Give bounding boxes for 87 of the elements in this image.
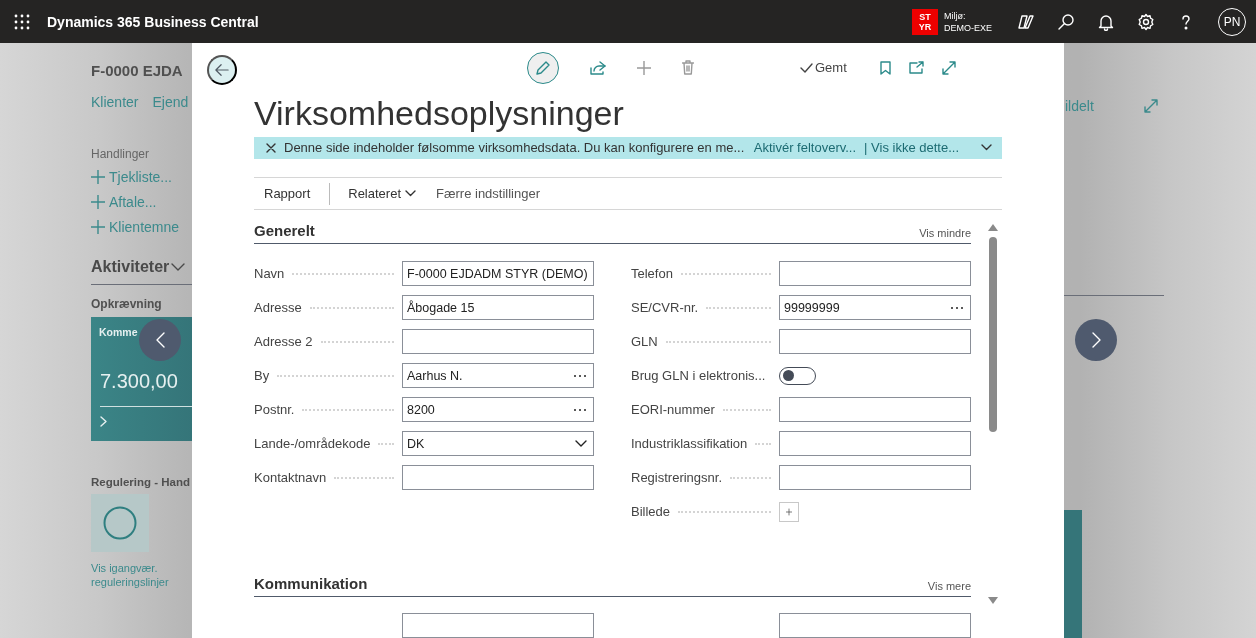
show-toggle-link[interactable]: Vis mindre	[919, 227, 971, 239]
environment-badge: ST YR	[912, 8, 938, 35]
notification-link[interactable]: | Vis ikke dette...	[864, 140, 959, 156]
notification-link[interactable]: Aktivér feltoverv...	[753, 140, 857, 156]
dropdown-field[interactable]: DK	[402, 431, 594, 456]
field-label: Industriklassifikation	[631, 436, 748, 451]
lookup-field[interactable]: 99999999	[779, 295, 971, 320]
plus-icon[interactable]	[91, 220, 105, 234]
scroll-down-icon[interactable]	[988, 597, 998, 604]
field-label: Brug GLN i elektronis...	[631, 368, 766, 383]
chevron-down-icon[interactable]	[575, 440, 587, 447]
chevron-down-icon[interactable]	[405, 190, 416, 197]
actions-heading: Handlinger	[91, 147, 151, 161]
field-label: EORI-nummer	[631, 402, 715, 417]
activities-heading: Aktiviteter	[91, 258, 170, 276]
bookmark-icon[interactable]	[879, 60, 891, 75]
notification-message: Denne side indeholder følsomme virksomhedsdata. Du kan konfigurere en me...	[284, 140, 745, 156]
more-icon[interactable]	[950, 305, 964, 310]
action-bar-button[interactable]: Færre indstillinger	[426, 186, 551, 201]
arrow-left-icon[interactable]	[215, 63, 229, 77]
text-field[interactable]	[402, 329, 594, 354]
field-label: By	[254, 368, 270, 383]
text-field[interactable]	[402, 465, 594, 490]
text-field[interactable]	[779, 465, 971, 490]
copilot-icon[interactable]	[1017, 12, 1035, 31]
field-label: Telefon	[631, 266, 673, 281]
action-bar-button[interactable]: Rapport	[254, 186, 321, 201]
plus-icon[interactable]	[637, 60, 651, 75]
back-button[interactable]	[207, 55, 237, 85]
toggle-switch[interactable]	[779, 366, 816, 385]
more-icon[interactable]	[573, 373, 587, 378]
field-label: Registreringsnr.	[631, 470, 723, 485]
chevron-left-icon[interactable]	[155, 332, 165, 348]
field-label: Billede	[631, 504, 671, 519]
app-launcher-icon[interactable]	[14, 13, 30, 30]
group-heading: Regulering - Hand	[91, 476, 192, 488]
chevron-right-icon[interactable]	[100, 416, 107, 427]
edit-button[interactable]	[527, 51, 559, 84]
environment-name: DEMO-EXE	[944, 21, 992, 34]
plus-icon[interactable]	[91, 170, 105, 184]
text-field[interactable]	[779, 329, 971, 354]
pencil-icon[interactable]	[535, 59, 551, 76]
text-field[interactable]	[779, 261, 971, 286]
plus-icon[interactable]	[91, 195, 105, 209]
action-bar-button[interactable]: Relateret	[338, 186, 426, 201]
settings-icon[interactable]	[1137, 12, 1155, 31]
expand-icon[interactable]	[1143, 99, 1158, 113]
text-field[interactable]	[779, 397, 971, 422]
field-label: Navn	[254, 266, 285, 281]
field-label: GLN	[631, 334, 658, 349]
environment-label: Miljø:	[944, 9, 967, 22]
bell-icon[interactable]	[1097, 12, 1115, 31]
close-icon[interactable]	[266, 142, 276, 153]
saved-status: Gemt	[815, 60, 847, 76]
field-label: Kontaktnavn	[254, 470, 327, 485]
field-label: Adresse	[254, 300, 302, 315]
text-field[interactable]	[779, 613, 971, 638]
lookup-field[interactable]: Aarhus N.	[402, 363, 594, 388]
trash-icon[interactable]	[682, 60, 694, 76]
text-field[interactable]	[402, 613, 594, 638]
text-field[interactable]: Åbogade 15	[402, 295, 594, 320]
page-title: F-0000 EJDA	[91, 62, 184, 79]
section-title: Generelt	[254, 222, 315, 239]
kpi-tile[interactable]: Komme 7.300,00	[91, 317, 192, 441]
check-icon[interactable]	[800, 62, 813, 73]
scrollbar-thumb[interactable]	[989, 237, 997, 432]
lookup-field[interactable]: 8200	[402, 397, 594, 422]
group-heading: Opkrævning	[91, 297, 163, 311]
share-icon[interactable]	[590, 60, 606, 75]
open-new-window-icon[interactable]	[908, 61, 924, 75]
circle-icon	[103, 506, 137, 540]
expand-icon[interactable]	[941, 60, 956, 75]
text-field[interactable]	[779, 431, 971, 456]
chevron-down-icon[interactable]	[981, 144, 992, 152]
app-title: Dynamics 365 Business Central	[47, 13, 259, 30]
field-label: Postnr.	[254, 402, 295, 417]
show-toggle-link[interactable]: Vis mere	[927, 580, 971, 592]
section-title: Kommunikation	[254, 575, 368, 592]
text-field[interactable]: F-0000 EJDADM STYR (DEMO)	[402, 261, 594, 286]
field-label: SE/CVR-nr.	[631, 300, 699, 315]
dialog-title: Virksomhedsoplysninger	[254, 92, 625, 134]
action-tile[interactable]	[91, 494, 149, 552]
scroll-up-icon[interactable]	[988, 224, 998, 231]
search-icon[interactable]	[1057, 12, 1075, 31]
more-icon[interactable]	[573, 407, 587, 412]
field-label: Lande-/områdekode	[254, 436, 371, 451]
field-label: Adresse 2	[254, 334, 313, 349]
